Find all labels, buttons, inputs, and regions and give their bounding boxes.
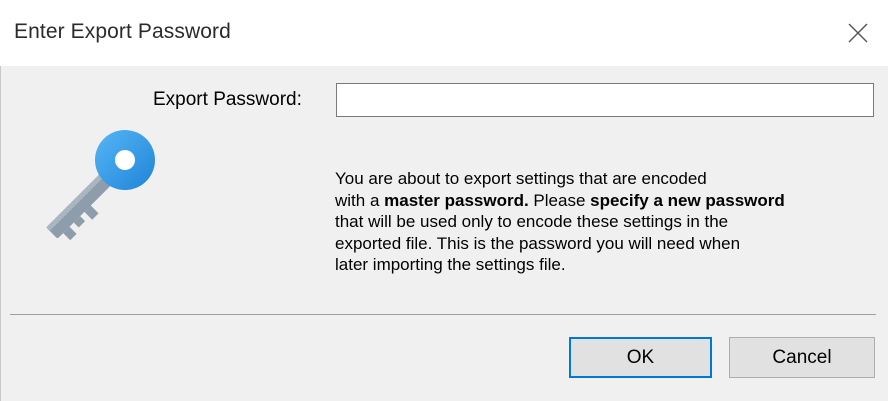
divider xyxy=(10,314,876,315)
export-password-label: Export Password: xyxy=(153,89,302,110)
message-line: You are about to export settings that ar… xyxy=(335,169,707,188)
message-line: later importing the settings file. xyxy=(335,255,566,275)
message-line: exported file. This is the password you … xyxy=(335,233,741,253)
cancel-button[interactable]: Cancel xyxy=(729,337,875,378)
master-password-emphasis: master password. xyxy=(384,190,529,210)
close-button[interactable] xyxy=(828,0,888,66)
export-password-input[interactable] xyxy=(336,83,874,117)
new-password-emphasis: specify a new password xyxy=(590,190,785,210)
ok-button[interactable]: OK xyxy=(569,337,712,378)
title-bar: Enter Export Password xyxy=(0,0,888,66)
window-left-edge xyxy=(0,66,9,401)
export-message: You are about to export settings that ar… xyxy=(335,168,885,276)
close-icon xyxy=(848,23,868,43)
message-line: that will be used only to encode these s… xyxy=(335,212,729,232)
message-line: with a master password. Please specify a… xyxy=(335,190,785,210)
key-icon xyxy=(28,128,163,258)
dialog-title: Enter Export Password xyxy=(14,20,231,43)
